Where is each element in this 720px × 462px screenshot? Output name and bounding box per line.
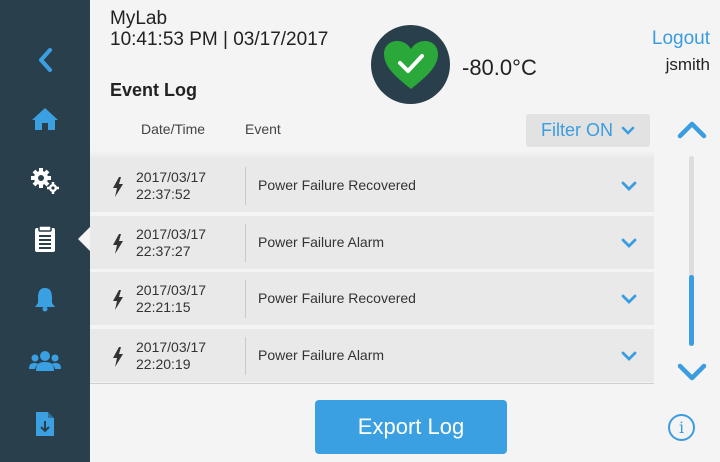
- expand-chevron-icon[interactable]: [621, 181, 637, 192]
- file-export-icon: [36, 412, 54, 436]
- alarms-button[interactable]: [0, 268, 90, 330]
- settings-gears-icon: [31, 168, 59, 194]
- event-date: 2017/03/17: [136, 226, 207, 242]
- event-list[interactable]: 2017/03/17 22:37:52 Power Failure Recover…: [90, 159, 654, 384]
- event-row[interactable]: 2017/03/17 22:21:15 Power Failure Recover…: [90, 272, 654, 325]
- event-date: 2017/03/17: [136, 339, 207, 355]
- logout-link[interactable]: Logout: [652, 28, 710, 50]
- export-log-button[interactable]: Export Log: [315, 400, 507, 454]
- event-date: 2017/03/17: [136, 169, 207, 185]
- event-log-button[interactable]: [0, 208, 90, 270]
- event-row[interactable]: 2017/03/17 22:37:52 Power Failure Recover…: [90, 159, 654, 212]
- event-description: Power Failure Recovered: [258, 177, 416, 193]
- event-description: Power Failure Alarm: [258, 347, 385, 363]
- row-divider: [245, 224, 246, 262]
- users-button[interactable]: [0, 330, 90, 392]
- row-divider: [245, 337, 246, 375]
- event-time: 22:37:52: [136, 186, 191, 202]
- power-bolt-icon: [113, 347, 123, 367]
- chevron-down-icon: [621, 126, 635, 135]
- event-row[interactable]: 2017/03/17 22:37:27 Power Failure Alarm: [90, 216, 654, 269]
- username: jsmith: [665, 55, 710, 74]
- users-group-icon: [29, 351, 61, 371]
- event-row[interactable]: 2017/03/17 22:20:19 Power Failure Alarm: [90, 329, 654, 382]
- current-datetime: 10:41:53 PM | 03/17/2017: [110, 29, 329, 50]
- expand-chevron-icon[interactable]: [621, 351, 637, 362]
- event-date: 2017/03/17: [136, 282, 207, 298]
- export-file-button[interactable]: [0, 393, 90, 455]
- filter-button[interactable]: Filter ON: [526, 114, 650, 147]
- filter-label: Filter ON: [541, 120, 613, 140]
- settings-button[interactable]: [0, 150, 90, 212]
- back-button[interactable]: [0, 29, 90, 91]
- temperature-readout: -80.0°C: [462, 55, 537, 80]
- info-icon[interactable]: i: [668, 414, 695, 441]
- home-icon: [32, 108, 58, 130]
- scroll-down-icon[interactable]: [676, 362, 708, 384]
- column-header-event: Event: [245, 121, 281, 137]
- list-bottom-divider: [90, 383, 654, 384]
- list-top-edge: [90, 151, 654, 159]
- expand-chevron-icon[interactable]: [621, 238, 637, 249]
- back-chevron-icon: [39, 48, 52, 72]
- expand-chevron-icon[interactable]: [621, 294, 637, 305]
- row-divider: [245, 167, 246, 205]
- heart-check-icon: [383, 40, 438, 89]
- event-description: Power Failure Recovered: [258, 290, 416, 306]
- sidebar: [0, 0, 91, 462]
- bell-alarm-icon: [35, 288, 55, 312]
- clipboard-log-icon: [35, 225, 55, 252]
- event-description: Power Failure Alarm: [258, 234, 385, 250]
- column-header-datetime: Date/Time: [141, 121, 206, 137]
- system-status-indicator: [371, 25, 450, 104]
- page-title: Event Log: [110, 80, 198, 100]
- home-button[interactable]: [0, 88, 90, 150]
- event-time: 22:37:27: [136, 243, 191, 259]
- row-divider: [245, 280, 246, 318]
- app-name: MyLab: [110, 8, 168, 29]
- scrollbar-thumb[interactable]: [689, 275, 694, 346]
- event-time: 22:20:19: [136, 356, 191, 372]
- power-bolt-icon: [113, 177, 123, 197]
- power-bolt-icon: [113, 290, 123, 310]
- scroll-up-icon[interactable]: [676, 118, 708, 140]
- power-bolt-icon: [113, 234, 123, 254]
- event-time: 22:21:15: [136, 299, 191, 315]
- info-glyph: i: [678, 418, 685, 437]
